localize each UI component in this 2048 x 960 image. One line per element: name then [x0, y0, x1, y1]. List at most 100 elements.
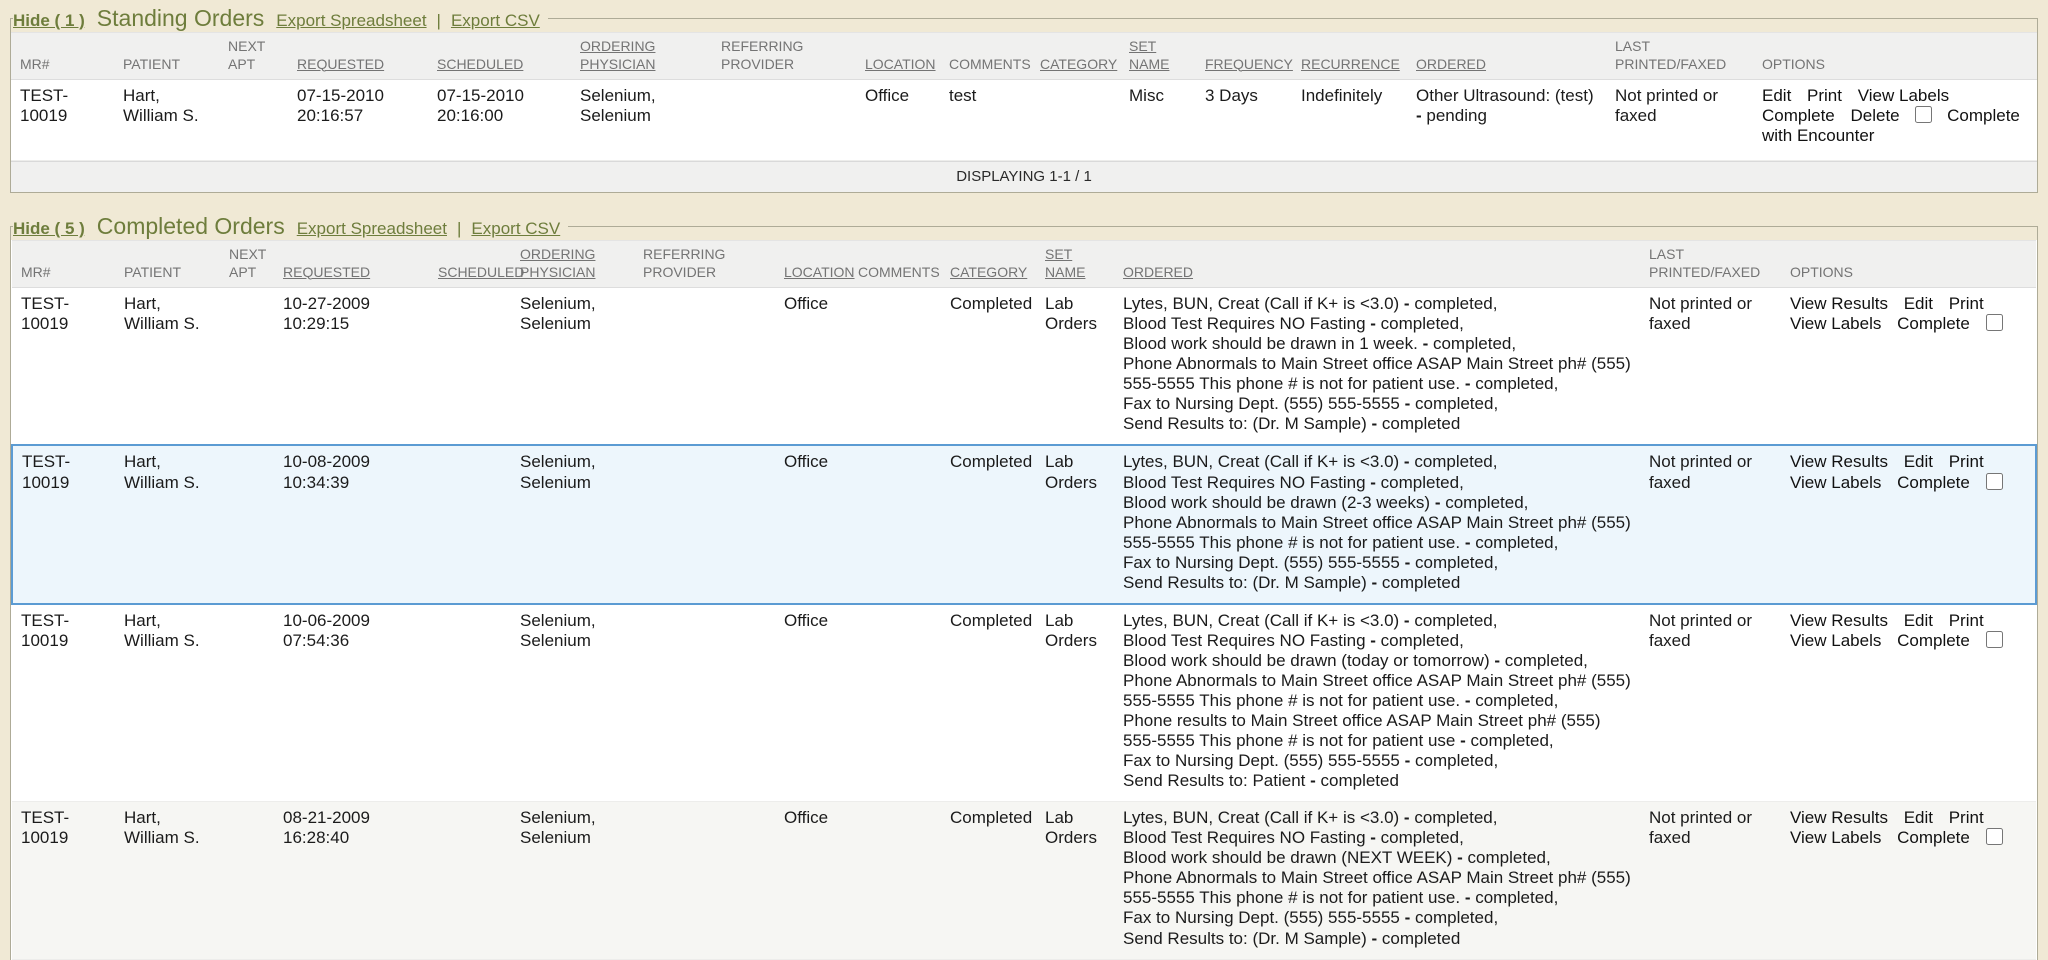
row-options: View Results Edit Print View Labels Comp… [1790, 294, 2026, 334]
cell-last_printed: Not printed or faxed [1609, 80, 1756, 161]
cell-options: View Results Edit Print View Labels Comp… [1784, 288, 2036, 446]
column-header-category[interactable]: CATEGORY [1034, 33, 1123, 80]
cell-comments [852, 802, 944, 959]
order-select-checkbox[interactable] [1986, 828, 2003, 845]
pagination-status: DISPLAYING 1-1 / 1 [11, 161, 2037, 192]
order-select-checkbox[interactable] [1986, 473, 2003, 490]
order-select-checkbox[interactable] [1915, 106, 1932, 123]
option-complete-link[interactable]: Complete [1897, 828, 1970, 847]
column-header-ordering_physician[interactable]: ORDERING PHYSICIAN [514, 241, 637, 288]
ordered-item: Lytes, BUN, Creat (Call if K+ is <3.0) -… [1123, 808, 1637, 828]
option-print-link[interactable]: Print [1949, 808, 1984, 827]
cell-last_printed: Not printed or faxed [1643, 445, 1784, 603]
cell-ordered: Lytes, BUN, Creat (Call if K+ is <3.0) -… [1117, 802, 1643, 959]
option-view-labels-link[interactable]: View Labels [1790, 473, 1881, 492]
column-header-requested[interactable]: REQUESTED [291, 33, 431, 80]
cell-options: View Results Edit Print View Labels Comp… [1784, 604, 2036, 802]
ordered-item: Other Ultrasound: (test) - pending [1416, 86, 1603, 126]
standing-hide-link[interactable]: Hide ( 1 ) [13, 11, 85, 31]
cell-location: Office [778, 604, 852, 802]
ordered-item: Blood work should be drawn in 1 week. - … [1123, 334, 1637, 354]
cell-set_name: Misc [1123, 80, 1199, 161]
option-complete-link[interactable]: Complete [1762, 106, 1835, 125]
option-edit-link[interactable]: Edit [1762, 86, 1791, 105]
option-view-labels-link[interactable]: View Labels [1790, 314, 1881, 333]
column-header-last_printed: LAST PRINTED/FAXED [1643, 241, 1784, 288]
option-view-labels-link[interactable]: View Labels [1858, 86, 1949, 105]
cell-last_printed: Not printed or faxed [1643, 288, 1784, 446]
column-header-ordered[interactable]: ORDERED [1117, 241, 1643, 288]
option-print-link[interactable]: Print [1807, 86, 1842, 105]
ordered-item: Send Results to: (Dr. M Sample) - comple… [1123, 929, 1637, 949]
column-header-mr: MR# [12, 241, 118, 288]
order-row: TEST-10019Hart, William S.10-27-2009 10:… [12, 288, 2036, 446]
option-print-link[interactable]: Print [1949, 294, 1984, 313]
order-select-checkbox[interactable] [1986, 631, 2003, 648]
cell-location: Office [778, 288, 852, 446]
column-header-set_name[interactable]: SET NAME [1039, 241, 1117, 288]
column-header-scheduled[interactable]: SCHEDULED [431, 33, 574, 80]
cell-next_apt [223, 445, 277, 603]
cell-recurrence: Indefinitely [1295, 80, 1410, 161]
cell-mr: TEST-10019 [12, 445, 118, 603]
cell-category: Completed [944, 802, 1039, 959]
column-header-options: OPTIONS [1784, 241, 2036, 288]
cell-category [1034, 80, 1123, 161]
option-view-results-link[interactable]: View Results [1790, 611, 1888, 630]
standing-export-spreadsheet-link[interactable]: Export Spreadsheet [276, 11, 426, 31]
cell-requested: 07-15-2010 20:16:57 [291, 80, 431, 161]
cell-next_apt [223, 604, 277, 802]
standing-orders-section: Hide ( 1 ) Standing Orders Export Spread… [10, 5, 2038, 193]
column-header-set_name[interactable]: SET NAME [1123, 33, 1199, 80]
option-view-results-link[interactable]: View Results [1790, 808, 1888, 827]
cell-last_printed: Not printed or faxed [1643, 604, 1784, 802]
cell-category: Completed [944, 604, 1039, 802]
legend-separator: | [457, 219, 461, 239]
option-view-labels-link[interactable]: View Labels [1790, 631, 1881, 650]
completed-header-row: MR#PATIENTNEXT APTREQUESTEDSCHEDULEDORDE… [12, 241, 2036, 288]
column-header-location[interactable]: LOCATION [859, 33, 943, 80]
column-header-category[interactable]: CATEGORY [944, 241, 1039, 288]
option-complete-link[interactable]: Complete [1897, 631, 1970, 650]
column-header-next_apt: NEXT APT [222, 33, 291, 80]
cell-options: View Results Edit Print View Labels Comp… [1784, 445, 2036, 603]
completed-export-csv-link[interactable]: Export CSV [471, 219, 560, 239]
column-header-ordered[interactable]: ORDERED [1410, 33, 1609, 80]
option-view-results-link[interactable]: View Results [1790, 294, 1888, 313]
option-complete-link[interactable]: Complete [1897, 473, 1970, 492]
column-header-scheduled[interactable]: SCHEDULED [432, 241, 514, 288]
column-header-location[interactable]: LOCATION [778, 241, 852, 288]
cell-last_printed: Not printed or faxed [1643, 802, 1784, 959]
column-header-ordering_physician[interactable]: ORDERING PHYSICIAN [574, 33, 715, 80]
option-edit-link[interactable]: Edit [1904, 611, 1933, 630]
completed-export-spreadsheet-link[interactable]: Export Spreadsheet [297, 219, 447, 239]
option-edit-link[interactable]: Edit [1904, 808, 1933, 827]
option-print-link[interactable]: Print [1949, 452, 1984, 471]
order-select-checkbox[interactable] [1986, 314, 2003, 331]
option-edit-link[interactable]: Edit [1904, 294, 1933, 313]
standing-export-csv-link[interactable]: Export CSV [451, 11, 540, 31]
option-edit-link[interactable]: Edit [1904, 452, 1933, 471]
standing-section-title: Standing Orders [97, 5, 264, 32]
completed-orders-legend: Hide ( 5 ) Completed Orders Export Sprea… [13, 213, 568, 240]
cell-requested: 10-27-2009 10:29:15 [277, 288, 432, 446]
option-complete-link[interactable]: Complete [1897, 314, 1970, 333]
completed-hide-link[interactable]: Hide ( 5 ) [13, 219, 85, 239]
cell-ordering_physician: Selenium, Selenium [514, 802, 637, 959]
option-print-link[interactable]: Print [1949, 611, 1984, 630]
option-delete-link[interactable]: Delete [1851, 106, 1900, 125]
cell-category: Completed [944, 288, 1039, 446]
cell-scheduled: 07-15-2010 20:16:00 [431, 80, 574, 161]
ordered-item: Blood Test Requires NO Fasting - complet… [1123, 828, 1637, 848]
cell-comments: test [943, 80, 1034, 161]
completed-orders-content: MR#PATIENTNEXT APTREQUESTEDSCHEDULEDORDE… [11, 240, 2037, 959]
cell-next_apt [223, 288, 277, 446]
column-header-requested[interactable]: REQUESTED [277, 241, 432, 288]
standing-header-row: MR#PATIENTNEXT APTREQUESTEDSCHEDULEDORDE… [11, 33, 2037, 80]
cell-patient: Hart, William S. [118, 802, 223, 959]
cell-set_name: Lab Orders [1039, 802, 1117, 959]
option-view-results-link[interactable]: View Results [1790, 452, 1888, 471]
column-header-frequency[interactable]: FREQUENCY [1199, 33, 1295, 80]
option-view-labels-link[interactable]: View Labels [1790, 828, 1881, 847]
column-header-recurrence[interactable]: RECURRENCE [1295, 33, 1410, 80]
